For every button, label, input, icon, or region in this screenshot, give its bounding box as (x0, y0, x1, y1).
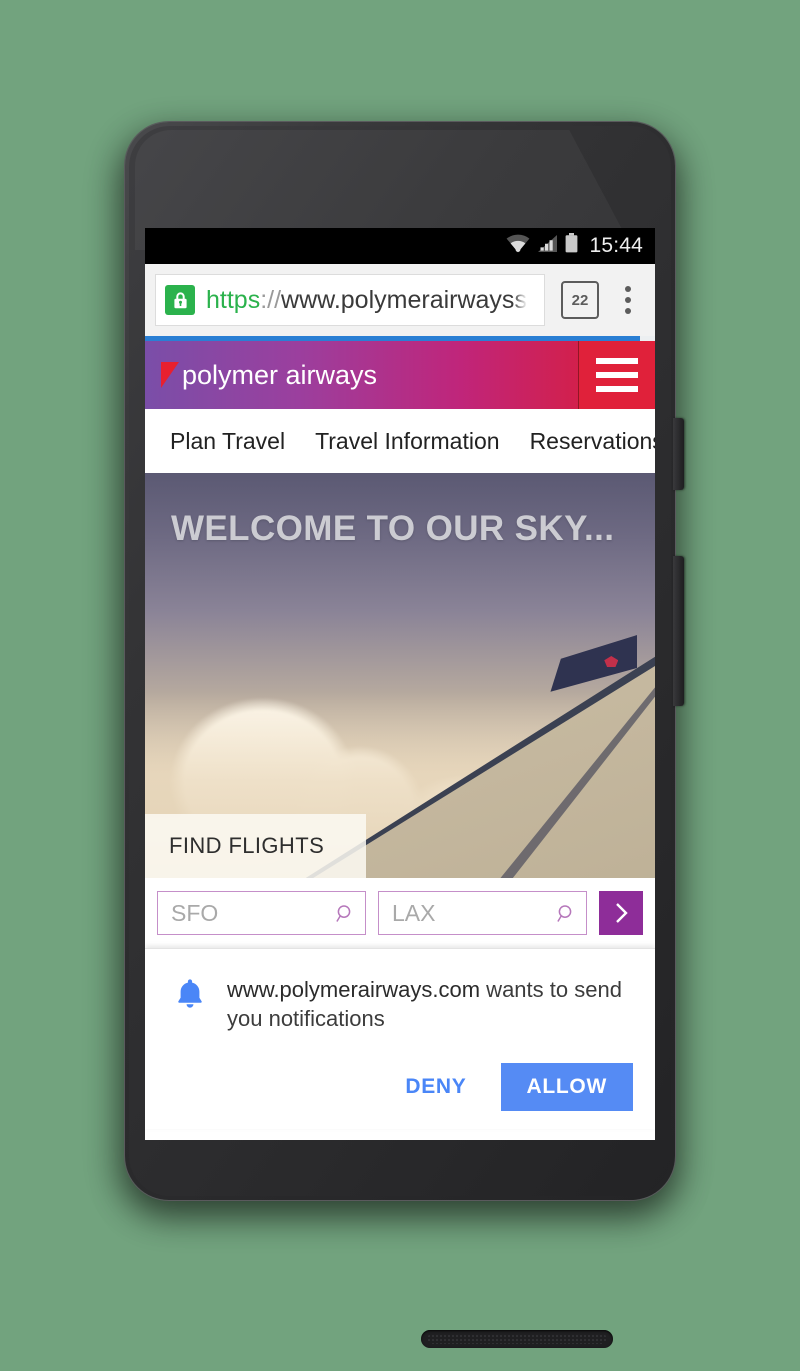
permission-message: www.polymerairways.com wants to send you… (227, 975, 633, 1033)
status-bar-clock: 15:44 (589, 234, 643, 257)
chevron-right-icon[interactable] (599, 891, 643, 935)
origin-input-placeholder[interactable]: SFO (171, 900, 336, 927)
hamburger-bar (596, 386, 638, 392)
site-header: polymer airways (145, 341, 655, 409)
permission-origin: www.polymerairways.com (227, 977, 481, 1002)
site-navigation: Plan Travel Travel Information Reservati… (145, 409, 655, 473)
site-brand[interactable]: polymer airways (145, 360, 578, 391)
battery-icon (565, 233, 578, 259)
tab-counter-button[interactable]: 22 (561, 281, 599, 319)
cellular-signal-icon (537, 234, 558, 259)
menu-dot (625, 286, 631, 292)
nav-item-travel-information[interactable]: Travel Information (315, 428, 500, 455)
destination-input-placeholder[interactable]: LAX (392, 900, 557, 927)
menu-dot (625, 297, 631, 303)
url-separator: :// (260, 285, 282, 314)
menu-dot (625, 308, 631, 314)
lock-icon[interactable] (165, 285, 195, 315)
allow-button[interactable]: ALLOW (500, 1063, 633, 1112)
phone-screen: 15:44 https://www.polymerairwayss 22 pol… (145, 228, 655, 1140)
magnifier-icon[interactable] (557, 904, 576, 923)
flight-search-bar: SFO LAX (145, 878, 655, 948)
hero-banner: WELCOME TO OUR SKY... FIND FLIGHTS (145, 473, 655, 878)
destination-field[interactable]: LAX (378, 891, 587, 935)
wifi-icon (506, 234, 530, 259)
triangle-logo-icon (161, 362, 179, 388)
url-host: www.polymerairways (281, 285, 515, 314)
bell-icon (175, 977, 209, 1014)
hamburger-icon[interactable] (578, 341, 655, 409)
nav-item-plan-travel[interactable]: Plan Travel (170, 428, 285, 455)
url-scheme: https (206, 285, 261, 314)
permission-message-row: www.polymerairways.com wants to send you… (167, 975, 633, 1033)
browser-toolbar: https://www.polymerairwayss 22 (145, 264, 655, 336)
deny-button[interactable]: DENY (389, 1065, 482, 1109)
bottom-speaker-grille (421, 1330, 613, 1348)
hamburger-bar (596, 358, 638, 364)
url-text[interactable]: https://www.polymerairwayss (206, 286, 527, 315)
overflow-menu-icon[interactable] (613, 286, 643, 314)
nav-item-reservations[interactable]: Reservations (530, 428, 655, 455)
brand-name: polymer airways (182, 359, 378, 390)
volume-rocker-button[interactable] (673, 556, 684, 706)
hero-title: WELCOME TO OUR SKY... (171, 509, 615, 548)
hamburger-bar (596, 372, 638, 378)
permission-actions: DENY ALLOW (167, 1063, 633, 1112)
origin-field[interactable]: SFO (157, 891, 366, 935)
web-page-viewport: polymer airways Plan Travel Travel Infor… (145, 336, 655, 1140)
find-flights-tab[interactable]: FIND FLIGHTS (145, 814, 367, 878)
power-button[interactable] (673, 418, 684, 490)
notification-permission-dialog: www.polymerairways.com wants to send you… (145, 948, 655, 1130)
address-bar[interactable]: https://www.polymerairwayss (155, 274, 545, 326)
magnifier-icon[interactable] (336, 904, 355, 923)
android-status-bar: 15:44 (145, 228, 655, 264)
